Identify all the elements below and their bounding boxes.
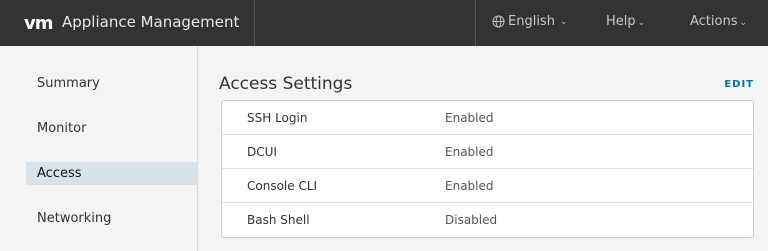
chevron-down-icon: ⌄ bbox=[739, 18, 748, 28]
setting-name: Bash Shell bbox=[247, 213, 310, 227]
access-settings-card: SSH Login Enabled DCUI Enabled Console C… bbox=[221, 100, 754, 238]
settings-row: Console CLI Enabled bbox=[222, 169, 753, 203]
app-title: Appliance Management bbox=[62, 13, 240, 31]
actions-menu[interactable]: Actions ⌄ bbox=[690, 14, 747, 29]
language-label: English bbox=[508, 14, 555, 29]
help-label: Help bbox=[606, 14, 636, 29]
setting-name: DCUI bbox=[247, 145, 277, 159]
help-menu[interactable]: Help ⌄ bbox=[606, 14, 645, 29]
settings-row: SSH Login Enabled bbox=[222, 101, 753, 135]
setting-value: Enabled bbox=[445, 145, 494, 159]
sidebar-item-networking[interactable]: Networking bbox=[26, 207, 197, 230]
globe-icon bbox=[492, 15, 505, 28]
chevron-down-icon: ⌄ bbox=[637, 18, 646, 28]
main-content: Access Settings EDIT SSH Login Enabled D… bbox=[199, 46, 768, 251]
header-divider bbox=[475, 0, 476, 46]
setting-value: Enabled bbox=[445, 111, 494, 125]
setting-value: Disabled bbox=[445, 213, 498, 227]
sidebar-item-summary[interactable]: Summary bbox=[26, 72, 197, 95]
sidebar: Summary Monitor Access Networking bbox=[0, 46, 198, 251]
sidebar-item-monitor[interactable]: Monitor bbox=[26, 117, 197, 140]
setting-name: Console CLI bbox=[247, 179, 318, 193]
page-title: Access Settings bbox=[219, 74, 353, 94]
settings-row: Bash Shell Disabled bbox=[222, 203, 753, 237]
settings-row: DCUI Enabled bbox=[222, 135, 753, 169]
brand-area: vm Appliance Management bbox=[0, 0, 255, 46]
sidebar-item-access[interactable]: Access bbox=[26, 162, 197, 185]
edit-button[interactable]: EDIT bbox=[724, 79, 754, 90]
vm-logo: vm bbox=[24, 13, 53, 34]
setting-name: SSH Login bbox=[247, 111, 308, 125]
chevron-down-icon: ⌄ bbox=[559, 16, 568, 27]
language-menu[interactable]: English ⌄ bbox=[492, 14, 568, 29]
setting-value: Enabled bbox=[445, 179, 494, 193]
top-header: vm Appliance Management English ⌄ Help ⌄ … bbox=[0, 0, 768, 46]
actions-label: Actions bbox=[690, 14, 738, 29]
